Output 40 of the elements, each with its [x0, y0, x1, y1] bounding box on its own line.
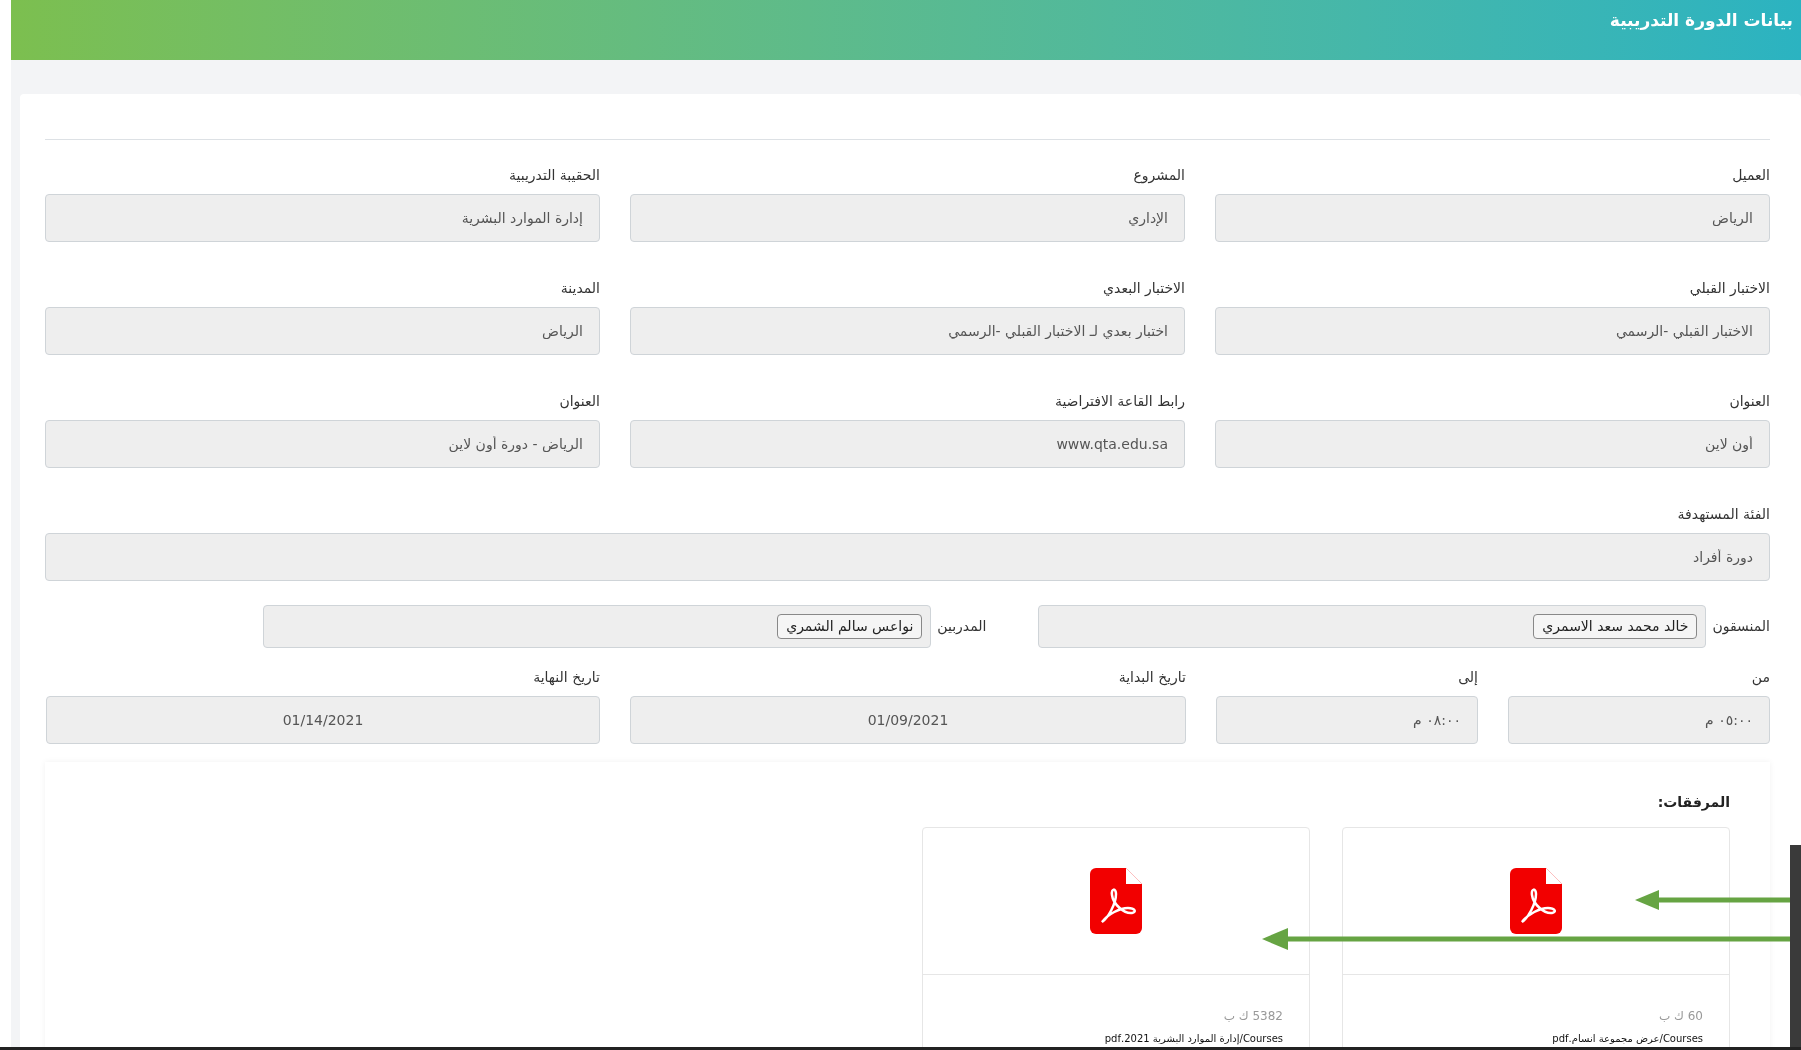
file-size: 5382 ك ب	[1223, 1008, 1283, 1025]
field-label: العنوان	[1728, 392, 1770, 410]
scrollbar-thumb[interactable]	[1790, 845, 1801, 1050]
file-path: Courses/إدارة الموارد البشرية 2021.pdf	[1104, 1032, 1283, 1046]
field-label: الحقيبة التدريبية	[507, 166, 600, 184]
input-field[interactable]: اختبار بعدي لـ الاختبار القبلي -الرسمي	[630, 307, 1185, 355]
tag-field[interactable]: نواعس سالم الشمري	[263, 605, 932, 648]
field-label: الاختبار البعدي	[1102, 279, 1185, 297]
field-label: رابط القاعة الافتراضية	[1053, 392, 1185, 410]
field-label: العميل	[1731, 166, 1770, 184]
page-title: بيانات الدورة التدريبية	[1609, 9, 1793, 32]
field-label: المدينة	[559, 279, 600, 297]
file-size: 60 ك ب	[1658, 1008, 1703, 1025]
pdf-file-icon[interactable]	[1090, 868, 1142, 934]
input-field[interactable]: الإداري	[630, 194, 1185, 242]
pdf-file-icon[interactable]	[1510, 868, 1562, 934]
tag-field[interactable]: خالد محمد سعد الاسمري	[1038, 605, 1707, 648]
field-label: المنسقون	[1712, 617, 1770, 637]
time-field[interactable]: ٠٥:٠٠ م	[1508, 696, 1770, 744]
field-label: المدربين	[937, 617, 987, 637]
field-label: العنوان	[558, 392, 600, 410]
input-field[interactable]: الرياض	[1215, 194, 1770, 242]
input-field[interactable]: www.qta.edu.sa	[630, 420, 1185, 468]
field-label: إلى	[1457, 668, 1478, 686]
input-field[interactable]: الرياض	[45, 307, 600, 355]
name-tag: نواعس سالم الشمري	[777, 614, 923, 639]
field-label: تاريخ البداية	[1117, 668, 1186, 686]
name-tag: خالد محمد سعد الاسمري	[1533, 614, 1698, 639]
date-field[interactable]: 01/14/2021	[46, 696, 600, 744]
field-label: تاريخ النهاية	[532, 668, 600, 686]
field-label: الاختبار القبلي	[1688, 279, 1770, 297]
field-label: من	[1750, 668, 1770, 686]
field-label: المشروع	[1132, 166, 1185, 184]
input-field[interactable]: الاختبار القبلي -الرسمي	[1215, 307, 1770, 355]
input-field[interactable]: إدارة الموارد البشرية	[45, 194, 600, 242]
date-field[interactable]: 01/09/2021	[630, 696, 1186, 744]
time-field[interactable]: ٠٨:٠٠ م	[1216, 696, 1478, 744]
attachments-title: المرفقات:	[1656, 793, 1730, 813]
field-label: الفئة المستهدفة	[1676, 505, 1770, 523]
file-path: Courses/عرض مجموعة انسام.pdf	[1552, 1032, 1703, 1046]
